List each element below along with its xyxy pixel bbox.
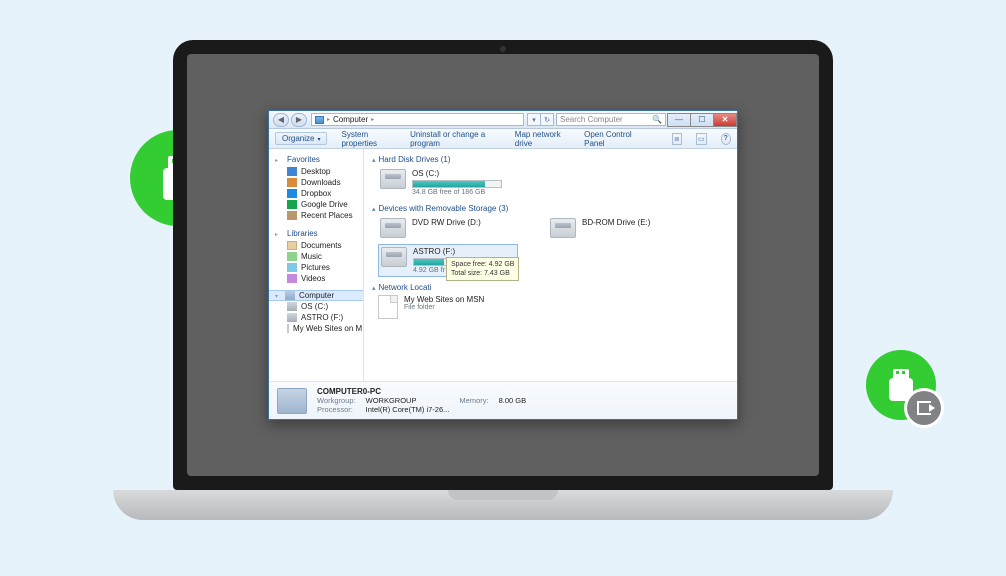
- sb-favorites-title[interactable]: Favorites: [287, 155, 320, 164]
- computer-icon: [315, 116, 324, 124]
- sidebar-item-dropbox[interactable]: Dropbox: [269, 188, 363, 199]
- drive-os-c[interactable]: OS (C:) 34.8 GB free of 186 GB: [378, 167, 518, 198]
- explorer-window: ◀ ▶ ▸ Computer ▸ ▾ ↻ Search Computer: [268, 110, 738, 420]
- sb-libraries-title[interactable]: Libraries: [287, 229, 318, 238]
- window-close-button[interactable]: ✕: [713, 113, 737, 127]
- optical-drive-icon: [550, 218, 576, 238]
- sidebar-item-mywebsites[interactable]: My Web Sites on M: [269, 323, 363, 334]
- nav-forward-button[interactable]: ▶: [291, 113, 307, 127]
- nav-back-button[interactable]: ◀: [273, 113, 289, 127]
- sidebar-item-downloads[interactable]: Downloads: [269, 177, 363, 188]
- titlebar: ◀ ▶ ▸ Computer ▸ ▾ ↻ Search Computer: [269, 111, 737, 129]
- file-folder-icon: [378, 295, 398, 319]
- preview-pane-button[interactable]: ▭: [696, 133, 706, 145]
- sidebar-item-videos[interactable]: Videos: [269, 273, 363, 284]
- details-pane: COMPUTER0-PC Workgroup:WORKGROUP Memory:…: [269, 381, 737, 419]
- export-arrow-icon: [917, 401, 931, 415]
- search-icon: 🔍: [652, 115, 662, 124]
- usb-export-badge: [866, 350, 936, 420]
- section-hdd-title[interactable]: Hard Disk Drives (1): [379, 155, 451, 164]
- sidebar-item-google-drive[interactable]: Google Drive: [269, 199, 363, 210]
- sidebar-item-pictures[interactable]: Pictures: [269, 262, 363, 273]
- sidebar-item-computer[interactable]: Computer: [269, 290, 363, 301]
- organize-button[interactable]: Organize: [275, 132, 327, 145]
- view-options-button[interactable]: ≣: [672, 133, 682, 145]
- removable-drive-icon: [381, 247, 407, 267]
- details-computer-name: COMPUTER0-PC: [317, 387, 526, 396]
- window-maximize-button[interactable]: ☐: [690, 113, 714, 127]
- sidebar-item-os-c[interactable]: OS (C:): [269, 301, 363, 312]
- drive-bd-rom[interactable]: BD-ROM Drive (E:): [548, 216, 688, 240]
- window-minimize-button[interactable]: —: [667, 113, 691, 127]
- help-button[interactable]: ?: [721, 133, 731, 145]
- search-placeholder: Search Computer: [560, 115, 623, 124]
- hdd-icon: [380, 169, 406, 189]
- sidebar: Favorites Desktop Downloads Dropbox Goog…: [269, 149, 364, 381]
- search-input[interactable]: Search Computer 🔍: [556, 113, 666, 126]
- toolbar-control-panel[interactable]: Open Control Panel: [584, 130, 643, 148]
- main-pane: Hard Disk Drives (1) OS (C:) 34.8 GB fre…: [364, 149, 737, 381]
- address-text: Computer: [333, 115, 368, 124]
- address-dropdown-button[interactable]: ▾: [527, 113, 541, 126]
- drive-dvd-rw[interactable]: DVD RW Drive (D:): [378, 216, 518, 240]
- sidebar-item-music[interactable]: Music: [269, 251, 363, 262]
- sidebar-item-recent[interactable]: Recent Places: [269, 210, 363, 221]
- drive-tooltip: Space free: 4.92 GB Total size: 7.43 GB: [446, 257, 519, 281]
- section-removable-title[interactable]: Devices with Removable Storage (3): [379, 204, 509, 213]
- toolbar-system-properties[interactable]: System properties: [341, 130, 396, 148]
- refresh-button[interactable]: ↻: [540, 113, 554, 126]
- sidebar-item-desktop[interactable]: Desktop: [269, 166, 363, 177]
- computer-large-icon: [277, 388, 307, 414]
- section-network-title[interactable]: Network Locati: [379, 283, 432, 292]
- toolbar-map-drive[interactable]: Map network drive: [515, 130, 570, 148]
- sidebar-item-astro-f[interactable]: ASTRO (F:): [269, 312, 363, 323]
- network-item-mywebsites[interactable]: My Web Sites on MSN File folder: [378, 295, 729, 319]
- toolbar-uninstall[interactable]: Uninstall or change a program: [410, 130, 501, 148]
- optical-drive-icon: [380, 218, 406, 238]
- toolbar: Organize System properties Uninstall or …: [269, 129, 737, 149]
- sidebar-item-documents[interactable]: Documents: [269, 240, 363, 251]
- address-bar[interactable]: ▸ Computer ▸: [311, 113, 524, 126]
